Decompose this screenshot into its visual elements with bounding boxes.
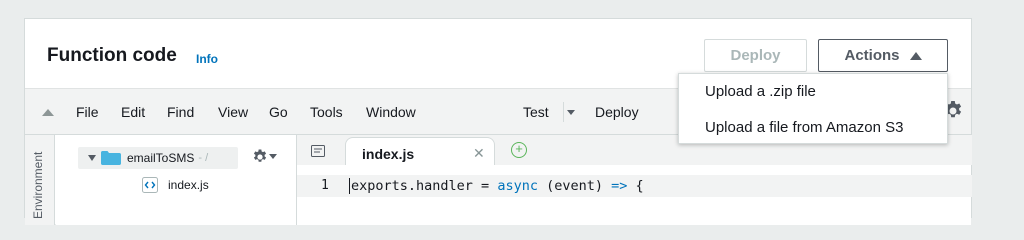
environment-strip[interactable]: Environment <box>25 135 55 225</box>
js-file-icon <box>142 177 158 193</box>
panel-title: Function code <box>47 45 177 66</box>
tab-list-icon[interactable] <box>311 145 325 157</box>
actions-button-label: Actions <box>844 47 900 64</box>
collapse-triangle-icon[interactable] <box>42 109 54 116</box>
file-item[interactable]: index.js <box>142 177 209 193</box>
tree-settings[interactable] <box>251 148 279 166</box>
upload-s3-item[interactable]: Upload a file from Amazon S3 <box>705 119 903 136</box>
info-link[interactable]: Info <box>196 52 218 66</box>
code-part-3: { <box>627 178 644 194</box>
line-number: 1 <box>321 178 329 193</box>
environment-label: Environment <box>31 151 45 219</box>
tree-gear-icon <box>253 149 267 162</box>
menu-tools[interactable]: Tools <box>310 104 343 120</box>
menu-go[interactable]: Go <box>269 104 288 120</box>
code-part-2: (event) <box>537 178 612 194</box>
code-text[interactable]: exports.handler = async (event) => { <box>349 178 644 194</box>
code-keyword: async <box>497 178 538 194</box>
expand-triangle-icon[interactable] <box>88 155 96 161</box>
tree-gear-caret-icon <box>269 154 277 159</box>
menu-edit[interactable]: Edit <box>121 104 145 120</box>
tab-label: index.js <box>362 146 415 162</box>
ide-area: Environment emailToSMS - / index.js inde… <box>25 134 972 225</box>
caret-up-icon <box>909 51 922 60</box>
actions-button[interactable]: Actions <box>818 39 948 72</box>
file-name: index.js <box>168 178 209 192</box>
add-tab-icon[interactable]: + <box>511 142 527 158</box>
deploy-button-label: Deploy <box>730 47 781 64</box>
menu-file[interactable]: File <box>76 104 99 120</box>
upload-zip-item[interactable]: Upload a .zip file <box>705 83 816 100</box>
folder-path: - / <box>198 152 209 164</box>
tab-index-js[interactable]: index.js ✕ <box>345 137 495 165</box>
code-editor: index.js ✕ + 1 exports.handler = async (… <box>296 135 972 225</box>
folder-row[interactable]: emailToSMS - / <box>78 147 238 169</box>
actions-dropdown: Upload a .zip file Upload a file from Am… <box>678 73 948 144</box>
test-dropdown-icon[interactable] <box>567 110 575 115</box>
close-icon[interactable]: ✕ <box>473 145 485 162</box>
code-part-1: exports.handler = <box>351 178 498 194</box>
menu-find[interactable]: Find <box>167 104 194 120</box>
code-line[interactable]: 1 exports.handler = async (event) => { <box>297 175 972 197</box>
menu-window[interactable]: Window <box>366 104 416 120</box>
folder-icon <box>101 151 121 165</box>
file-tree: emailToSMS - / index.js <box>56 135 296 225</box>
folder-name: emailToSMS <box>127 151 195 165</box>
menu-test[interactable]: Test <box>523 104 549 120</box>
deploy-button[interactable]: Deploy <box>704 39 807 72</box>
menu-view[interactable]: View <box>218 104 248 120</box>
test-separator <box>563 102 564 122</box>
menu-deploy[interactable]: Deploy <box>595 104 639 120</box>
code-arrow: => <box>611 178 628 194</box>
